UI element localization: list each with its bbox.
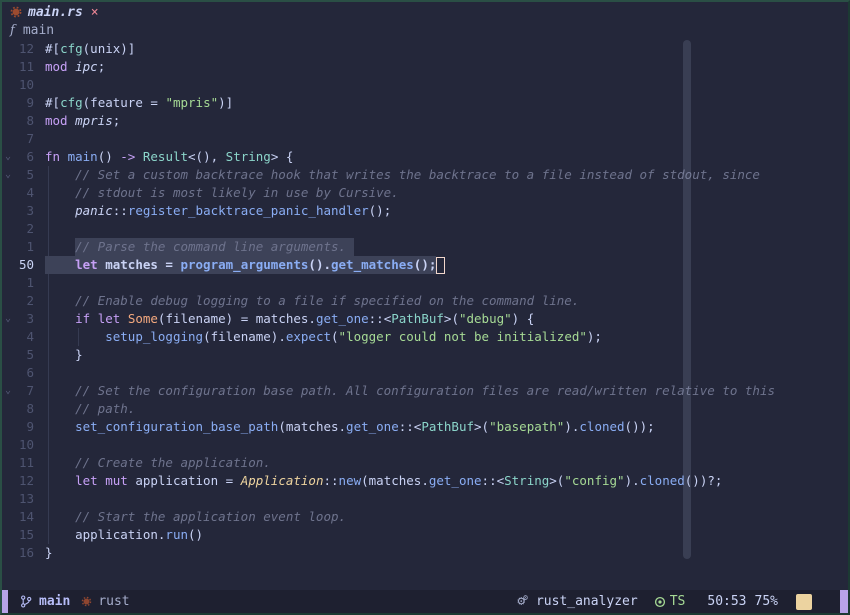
code-line[interactable]: 7 bbox=[2, 130, 848, 148]
language-indicator[interactable]: rust bbox=[81, 594, 129, 609]
ts-circle-icon bbox=[654, 596, 666, 608]
code-line[interactable]: 8 // path. bbox=[2, 400, 848, 418]
line-number: 6 bbox=[2, 364, 45, 382]
line-number: 13 bbox=[2, 490, 45, 508]
code-line[interactable]: 11 // Create the application. bbox=[2, 454, 848, 472]
code-line[interactable]: 9 set_configuration_base_path(matches.ge… bbox=[2, 418, 848, 436]
line-number: 12 bbox=[2, 40, 45, 58]
rust-lang-icon bbox=[81, 596, 92, 607]
code-line[interactable]: 1 // Parse the command line arguments. bbox=[2, 238, 848, 256]
function-symbol-icon: f bbox=[10, 23, 15, 38]
fold-chevron-icon[interactable]: ⌄ bbox=[5, 166, 11, 184]
line-number: 12 bbox=[2, 472, 45, 490]
code-line[interactable]: 11mod ipc; bbox=[2, 58, 848, 76]
line-number: 4 bbox=[2, 328, 45, 346]
macro-indicator bbox=[796, 594, 812, 610]
line-number: 6⌄ bbox=[2, 148, 45, 166]
code-line[interactable]: 8mod mpris; bbox=[2, 112, 848, 130]
line-number: 10 bbox=[2, 76, 45, 94]
breadcrumb[interactable]: f main bbox=[10, 22, 54, 39]
code-line[interactable]: 50 let matches = program_arguments().get… bbox=[2, 256, 848, 274]
line-number: 11 bbox=[2, 58, 45, 76]
line-number: 50 bbox=[2, 256, 45, 274]
git-branch-icon bbox=[20, 595, 32, 608]
close-icon[interactable]: × bbox=[91, 6, 99, 19]
tab-title: main.rs bbox=[28, 5, 83, 20]
line-number: 5 bbox=[2, 346, 45, 364]
code-line[interactable]: 6⌄fn main() -> Result<(), String> { bbox=[2, 148, 848, 166]
line-number: 3 bbox=[2, 202, 45, 220]
line-number: 2 bbox=[2, 220, 45, 238]
code-line[interactable]: 3⌄ if let Some(filename) = matches.get_o… bbox=[2, 310, 848, 328]
line-number: 14 bbox=[2, 508, 45, 526]
line-number: 7⌄ bbox=[2, 382, 45, 400]
code-line[interactable]: 16} bbox=[2, 544, 848, 562]
code-line[interactable]: 10 bbox=[2, 76, 848, 94]
mode-indicator-right bbox=[840, 590, 848, 613]
code-line[interactable]: 7⌄ // Set the configuration base path. A… bbox=[2, 382, 848, 400]
code-line[interactable]: 6 bbox=[2, 364, 848, 382]
line-number: 2 bbox=[2, 292, 45, 310]
line-number: 8 bbox=[2, 112, 45, 130]
treesitter-indicator[interactable]: TS bbox=[654, 594, 686, 609]
ts-label: TS bbox=[670, 594, 686, 609]
line-number: 10 bbox=[2, 436, 45, 454]
code-line[interactable]: 4 // stdout is most likely in use by Cur… bbox=[2, 184, 848, 202]
code-line[interactable]: 2 bbox=[2, 220, 848, 238]
line-number: 5⌄ bbox=[2, 166, 45, 184]
code-line[interactable]: 3 panic::register_backtrace_panic_handle… bbox=[2, 202, 848, 220]
cursor-position[interactable]: 50:53 bbox=[707, 594, 746, 609]
line-number: 3⌄ bbox=[2, 310, 45, 328]
code-line[interactable]: 13 bbox=[2, 490, 848, 508]
line-number: 8 bbox=[2, 400, 45, 418]
tab-bar: main.rs × bbox=[2, 2, 848, 22]
code-line[interactable]: 10 bbox=[2, 436, 848, 454]
code-line[interactable]: 15 application.run() bbox=[2, 526, 848, 544]
code-line[interactable]: 4 setup_logging(filename).expect("logger… bbox=[2, 328, 848, 346]
tab-main-rs[interactable]: main.rs × bbox=[2, 2, 109, 22]
code-line[interactable]: 12#[cfg(unix)] bbox=[2, 40, 848, 58]
line-number: 9 bbox=[2, 94, 45, 112]
line-number: 9 bbox=[2, 418, 45, 436]
fold-chevron-icon[interactable]: ⌄ bbox=[5, 382, 11, 400]
line-number: 16 bbox=[2, 544, 45, 562]
code-line[interactable]: 5 } bbox=[2, 346, 848, 364]
line-number: 1 bbox=[2, 274, 45, 292]
code-line[interactable]: 12 let mut application = Application::ne… bbox=[2, 472, 848, 490]
lsp-gears-icon: ⚙⚙ bbox=[517, 595, 528, 608]
code-line[interactable]: 1 bbox=[2, 274, 848, 292]
code-editor[interactable]: 12#[cfg(unix)]11mod ipc;109#[cfg(feature… bbox=[2, 40, 848, 562]
fold-chevron-icon[interactable]: ⌄ bbox=[5, 148, 11, 166]
code-line[interactable]: 9#[cfg(feature = "mpris")] bbox=[2, 94, 848, 112]
line-number: 1 bbox=[2, 238, 45, 256]
lsp-name[interactable]: rust_analyzer bbox=[536, 594, 638, 609]
line-number: 11 bbox=[2, 454, 45, 472]
line-number: 15 bbox=[2, 526, 45, 544]
git-branch-name[interactable]: main bbox=[39, 594, 70, 609]
language-label: rust bbox=[98, 594, 129, 609]
code-line[interactable]: 5⌄ // Set a custom backtrace hook that w… bbox=[2, 166, 848, 184]
breadcrumb-function-name: main bbox=[23, 23, 54, 38]
scrollbar[interactable] bbox=[683, 40, 691, 559]
scroll-percent: 75% bbox=[755, 594, 778, 609]
line-number: 7 bbox=[2, 130, 45, 148]
fold-chevron-icon[interactable]: ⌄ bbox=[5, 310, 11, 328]
status-bar: main rust ⚙⚙ rust_analyzer TS 50:53 75 bbox=[2, 590, 848, 613]
code-line[interactable]: 2 // Enable debug logging to a file if s… bbox=[2, 292, 848, 310]
rust-file-icon bbox=[10, 6, 22, 18]
line-number: 4 bbox=[2, 184, 45, 202]
code-line[interactable]: 14 // Start the application event loop. bbox=[2, 508, 848, 526]
text-cursor bbox=[436, 257, 445, 274]
mode-indicator-left bbox=[2, 590, 8, 613]
